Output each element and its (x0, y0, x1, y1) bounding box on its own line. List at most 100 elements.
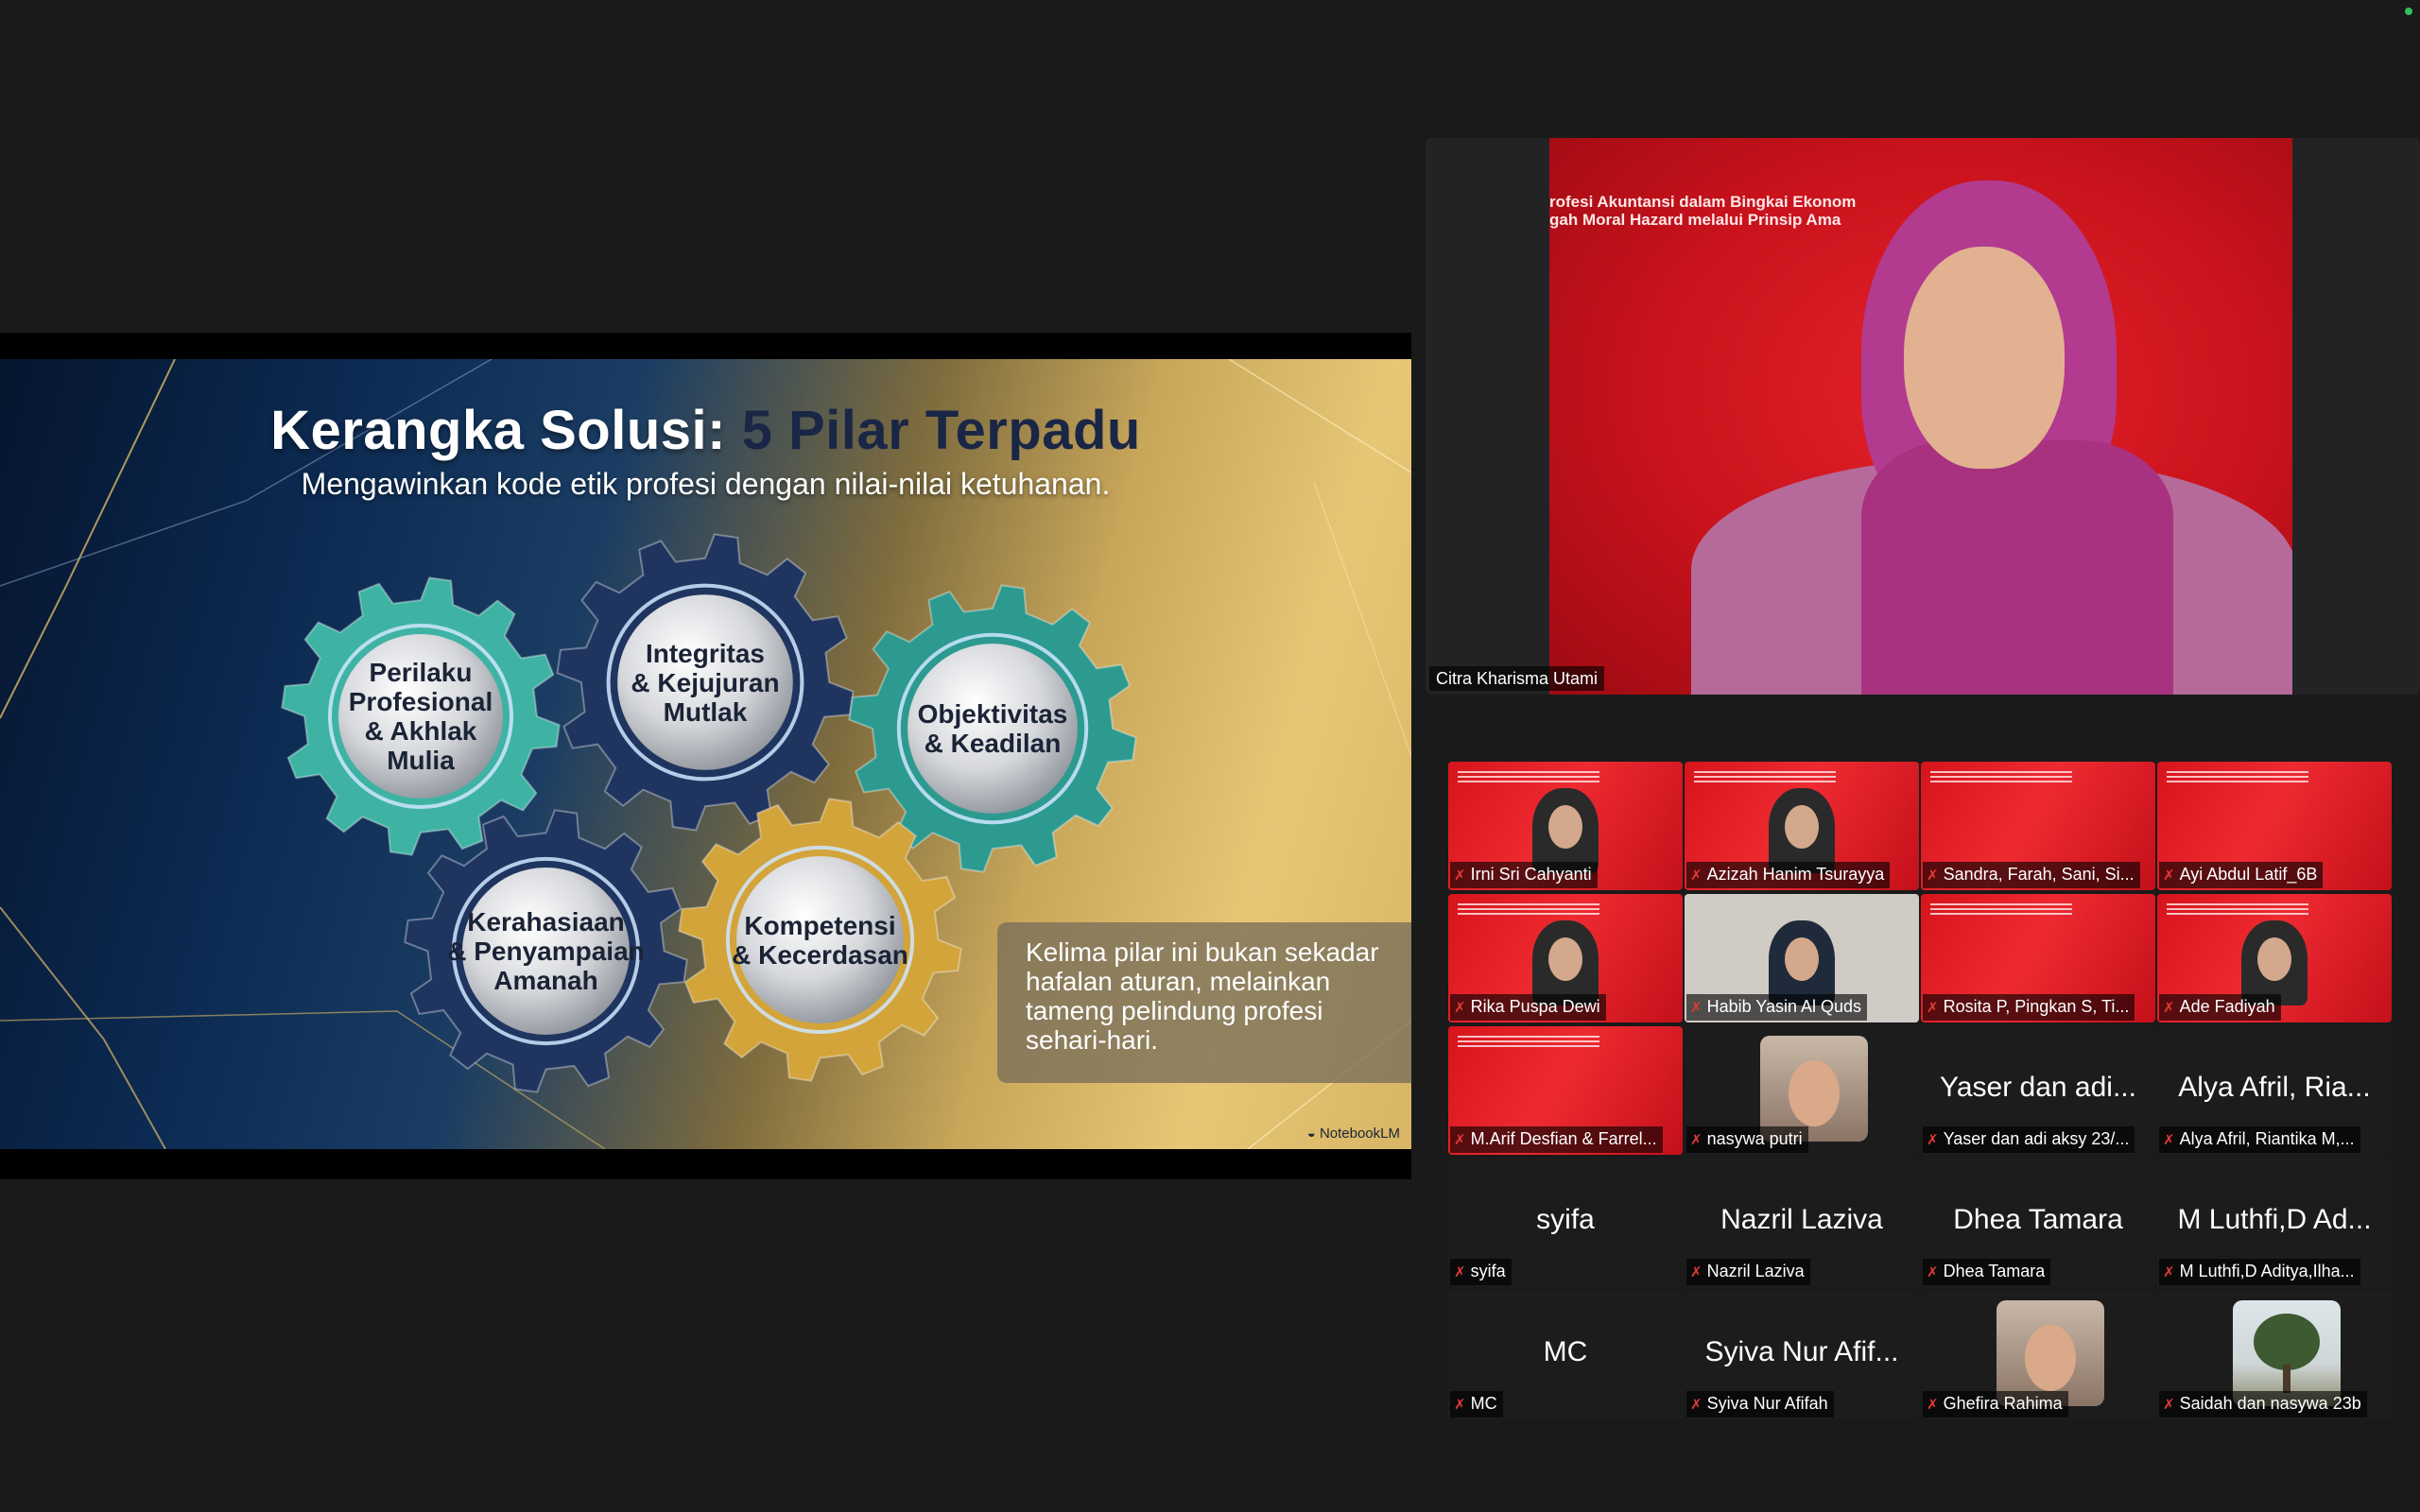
gear-label: Integritas & Kejujuran Mutlak (631, 638, 780, 727)
slide-title: Kerangka Solusi: 5 Pilar Terpadu (0, 399, 1411, 462)
participant-tile[interactable]: ✗ Rosita P, Pingkan S, Ti... (1921, 894, 2155, 1022)
participant-name: Rika Puspa Dewi (1470, 997, 1600, 1016)
participant-name-tag: ✗ Nazril Laziva (1686, 1259, 1810, 1285)
participant-display-name: Yaser dan adi... (1940, 1072, 2136, 1103)
participant-name-tag: ✗ Sandra, Farah, Sani, Si... (1923, 862, 2140, 888)
participant-name: Dhea Tamara (1943, 1262, 2046, 1280)
participant-name: nasywa putri (1706, 1129, 1803, 1148)
muted-mic-icon: ✗ (1454, 1397, 1466, 1413)
participant-name-tag: ✗ Rosita P, Pingkan S, Ti... (1923, 994, 2135, 1021)
participant-tile[interactable]: Alya Afril, Ria... ✗ Alya Afril, Riantika … (2157, 1026, 2392, 1155)
muted-mic-icon: ✗ (1454, 868, 1466, 884)
participant-name-tag: ✗ M.Arif Desfian & Farrel... (1450, 1126, 1663, 1153)
participant-name-tag: ✗ Syiva Nur Afifah (1686, 1391, 1834, 1418)
participant-display-name: MC (1543, 1336, 1588, 1367)
participant-name-tag: ✗ M Luthfi,D Aditya,Ilha... (2159, 1259, 2360, 1285)
participant-tile[interactable]: ✗ Irni Sri Cahyanti (1448, 762, 1683, 890)
muted-mic-icon: ✗ (2163, 1397, 2175, 1413)
participant-video-person (1532, 920, 1599, 1005)
speaker-face (1904, 247, 2065, 469)
participant-display-name: Alya Afril, Ria... (2178, 1072, 2371, 1103)
participant-name: Alya Afril, Riantika M,... (2179, 1129, 2355, 1148)
participant-name: Ade Fadiyah (2179, 997, 2275, 1016)
participant-name: MC (1470, 1394, 1497, 1413)
participant-tile[interactable]: Yaser dan adi... ✗ Yaser dan adi aksy 23/.… (1921, 1026, 2155, 1155)
participant-name: Syiva Nur Afifah (1706, 1394, 1828, 1413)
speaker-name-tag: Citra Kharisma Utami (1429, 666, 1605, 691)
participant-tile[interactable]: ✗ Azizah Hanim Tsurayya (1685, 762, 1919, 890)
participant-name-tag: ✗ Alya Afril, Riantika M,... (2159, 1126, 2360, 1153)
muted-mic-icon: ✗ (2163, 1264, 2175, 1280)
participant-name: Sandra, Farah, Sani, Si... (1943, 865, 2135, 884)
participant-name: Habib Yasin Al Quds (1706, 997, 1862, 1016)
participant-name-tag: ✗ Rika Puspa Dewi (1450, 994, 1606, 1021)
participant-tile[interactable]: ✗ nasywa putri (1685, 1026, 1919, 1155)
participant-tile[interactable]: Syiva Nur Afif... ✗ Syiva Nur Afifah (1685, 1291, 1919, 1419)
participant-display-name: M Luthfi,D Ad... (2177, 1204, 2372, 1235)
participant-tile[interactable]: MC ✗ MC (1448, 1291, 1683, 1419)
participant-tile[interactable]: M Luthfi,D Ad... ✗ M Luthfi,D Aditya,Ilha.… (2157, 1159, 2392, 1287)
tile-background-text (1694, 771, 1836, 782)
participant-gallery: ✗ Irni Sri Cahyanti ✗ Azizah Hanim Tsurayya… (1448, 762, 2394, 1423)
participant-name-tag: ✗ Yaser dan adi aksy 23/... (1923, 1126, 2135, 1153)
participant-name: Yaser dan adi aksy 23/... (1943, 1129, 2130, 1148)
muted-mic-icon: ✗ (2163, 1000, 2175, 1016)
participant-tile[interactable]: Nazril Laziva ✗ Nazril Laziva (1685, 1159, 1919, 1287)
gear-kompetensi: Kompetensi & Kecerdasan (676, 796, 964, 1084)
muted-mic-icon: ✗ (1690, 1132, 1703, 1148)
muted-mic-icon: ✗ (1927, 1132, 1939, 1148)
participant-tile[interactable]: syifa ✗ syifa (1448, 1159, 1683, 1287)
participant-tile[interactable]: ✗ Habib Yasin Al Quds (1685, 894, 1919, 1022)
muted-mic-icon: ✗ (2163, 1132, 2175, 1148)
gear-label: Perilaku Profesional & Akhlak Mulia (348, 658, 493, 775)
participant-tile[interactable]: ✗ Saidah dan nasywa 23b (2157, 1291, 2392, 1419)
participant-name: Irni Sri Cahyanti (1470, 865, 1592, 884)
tile-background-text (1458, 771, 1599, 782)
participant-name-tag: ✗ Saidah dan nasywa 23b (2159, 1391, 2367, 1418)
tile-background-text (2167, 903, 2308, 915)
gear-label: Objektivitas & Keadilan (917, 699, 1068, 758)
participant-video-person (1769, 920, 1835, 1005)
muted-mic-icon: ✗ (1927, 1000, 1939, 1016)
muted-mic-icon: ✗ (1454, 1000, 1466, 1016)
participant-tile[interactable]: Dhea Tamara ✗ Dhea Tamara (1921, 1159, 2155, 1287)
speaker-video: rofesi Akuntansi dalam Bingkai Ekonom ga… (1549, 138, 2292, 695)
gear-kerahasiaan: Kerahasiaan & Penyampaian Amanah (402, 807, 690, 1095)
muted-mic-icon: ✗ (1690, 868, 1703, 884)
participant-tile[interactable]: ✗ Ade Fadiyah (2157, 894, 2392, 1022)
participant-tile[interactable]: ✗ M.Arif Desfian & Farrel... (1448, 1026, 1683, 1155)
active-status-dot (2405, 8, 2412, 15)
shared-slide: Kerangka Solusi: 5 Pilar Terpadu Mengawi… (0, 359, 1411, 1149)
participant-name-tag: ✗ Ayi Abdul Latif_6B (2159, 862, 2324, 888)
slide-title-accent: 5 Pilar Terpadu (741, 400, 1141, 461)
speaker-background-text: rofesi Akuntansi dalam Bingkai Ekonom ga… (1549, 193, 1857, 229)
tile-background-text (1458, 903, 1599, 915)
speaker-scarf (1861, 440, 2173, 695)
participant-name: Saidah dan nasywa 23b (2179, 1394, 2361, 1413)
participant-name-tag: ✗ Habib Yasin Al Quds (1686, 994, 1868, 1021)
participant-tile[interactable]: ✗ Ghefira Rahima (1921, 1291, 2155, 1419)
participant-name-tag: ✗ nasywa putri (1686, 1126, 1808, 1153)
slide-subtitle: Mengawinkan kode etik profesi dengan nil… (301, 467, 1111, 501)
participant-name: Ghefira Rahima (1943, 1394, 2063, 1413)
gear-label: Kerahasiaan & Penyampaian Amanah (447, 907, 645, 995)
muted-mic-icon: ✗ (1454, 1132, 1466, 1148)
participant-tile[interactable]: ✗ Ayi Abdul Latif_6B (2157, 762, 2392, 890)
participant-display-name: Nazril Laziva (1720, 1204, 1883, 1235)
participant-name-tag: ✗ Dhea Tamara (1923, 1259, 2051, 1285)
muted-mic-icon: ✗ (1454, 1264, 1466, 1280)
participant-name-tag: ✗ MC (1450, 1391, 1503, 1418)
active-speaker-tile[interactable]: rofesi Akuntansi dalam Bingkai Ekonom ga… (1426, 138, 2420, 695)
participant-display-name: Dhea Tamara (1953, 1204, 2123, 1235)
participant-name-tag: ✗ Ade Fadiyah (2159, 994, 2281, 1021)
muted-mic-icon: ✗ (1690, 1397, 1703, 1413)
participant-video-person (2241, 920, 2308, 1005)
participant-video-person (1532, 788, 1599, 873)
participant-tile[interactable]: ✗ Sandra, Farah, Sani, Si... (1921, 762, 2155, 890)
participant-name: M.Arif Desfian & Farrel... (1470, 1129, 1657, 1148)
muted-mic-icon: ✗ (2163, 868, 2175, 884)
muted-mic-icon: ✗ (1927, 1397, 1939, 1413)
tile-background-text (2167, 771, 2308, 782)
muted-mic-icon: ✗ (1690, 1264, 1703, 1280)
participant-tile[interactable]: ✗ Rika Puspa Dewi (1448, 894, 1683, 1022)
